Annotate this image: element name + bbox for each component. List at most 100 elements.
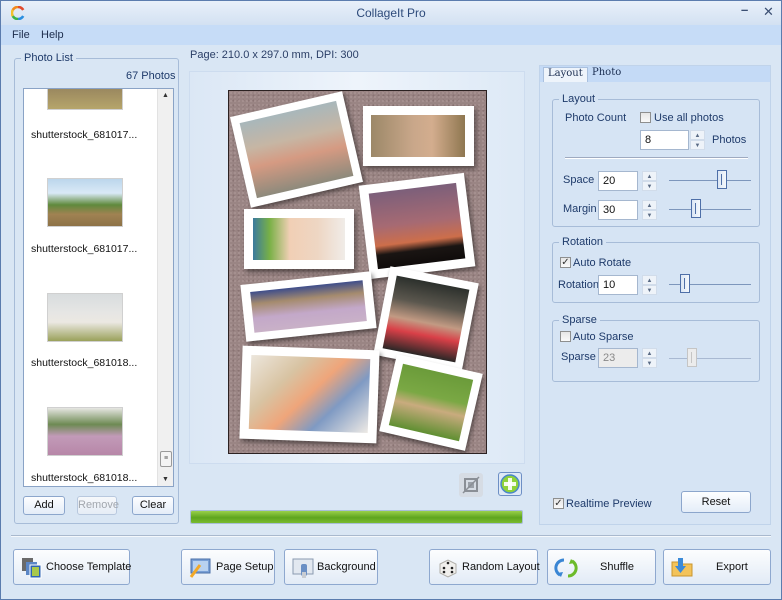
tab-strip: Layout Photo	[540, 66, 770, 82]
reset-button[interactable]: Reset	[681, 491, 751, 513]
collage-photo-image	[388, 363, 474, 442]
random-layout-button[interactable]: Random Layout	[429, 549, 540, 585]
space-slider-thumb[interactable]	[717, 170, 728, 189]
collage-photo-image	[368, 182, 466, 270]
collage-preview[interactable]	[228, 90, 487, 454]
sparse-slider-thumb[interactable]	[687, 348, 697, 367]
clear-button[interactable]: Clear	[132, 496, 174, 515]
tab-layout[interactable]: Layout	[543, 67, 588, 82]
photo-name: shutterstock_681018...	[31, 357, 138, 369]
space-slider[interactable]	[669, 180, 751, 181]
minimize-button[interactable]: –	[741, 2, 748, 17]
spin-down-icon[interactable]: ▼	[642, 181, 657, 191]
export-button[interactable]: Export	[663, 549, 771, 585]
collage-photo[interactable]	[358, 172, 476, 280]
add-photo-button[interactable]	[498, 472, 522, 496]
realtime-preview-label: Realtime Preview	[566, 498, 652, 510]
close-button[interactable]: ✕	[763, 4, 774, 20]
progress-bar	[190, 510, 523, 524]
photo-list-scrollbar[interactable]: ▲ ≡ ▼	[157, 89, 173, 486]
menu-help[interactable]: Help	[41, 29, 64, 41]
photo-name: shutterstock_681017...	[31, 243, 138, 255]
sparse-spinner[interactable]: ▲ ▼	[642, 348, 657, 368]
margin-input[interactable]: 30	[598, 200, 638, 220]
spin-up-icon[interactable]: ▲	[690, 130, 705, 140]
title-bar[interactable]: CollageIt Pro – ✕	[1, 1, 781, 25]
photo-thumbnail	[47, 178, 123, 227]
photo-list-legend: Photo List	[24, 52, 73, 64]
sparse-legend: Sparse	[562, 314, 597, 326]
auto-rotate-label: Auto Rotate	[573, 257, 632, 269]
sparse-label: Sparse	[561, 351, 596, 363]
crop-icon	[462, 476, 480, 494]
collage-photo[interactable]	[373, 266, 479, 372]
spin-down-icon[interactable]: ▼	[642, 285, 657, 295]
space-input[interactable]: 20	[598, 171, 638, 191]
auto-sparse-label: Auto Sparse	[573, 331, 634, 343]
progress-fill	[191, 511, 522, 523]
auto-sparse-checkbox[interactable]	[560, 331, 571, 342]
crop-button[interactable]	[459, 473, 483, 497]
scroll-down-icon[interactable]: ▼	[162, 476, 169, 483]
spin-up-icon[interactable]: ▲	[642, 200, 657, 210]
window-title: CollageIt Pro	[356, 6, 426, 20]
sparse-slider[interactable]	[669, 358, 751, 359]
photo-list[interactable]: shutterstock_681017... shutterstock_6810…	[23, 88, 174, 487]
margin-slider-thumb[interactable]	[690, 199, 701, 218]
spin-down-icon[interactable]: ▼	[642, 210, 657, 220]
background-button[interactable]: Background	[284, 549, 378, 585]
margin-label: Margin	[563, 203, 597, 215]
photos-suffix-label: Photos	[712, 134, 747, 146]
collage-photo[interactable]	[379, 354, 483, 451]
collage-photo-image	[239, 100, 354, 199]
page-setup-icon	[189, 558, 211, 578]
collage-photo-image	[253, 218, 345, 260]
page-setup-label: Page Setup	[216, 561, 274, 573]
collage-photo[interactable]	[244, 209, 354, 269]
space-spinner[interactable]: ▲ ▼	[642, 171, 657, 191]
tab-photo[interactable]: Photo	[588, 67, 625, 82]
menu-bar: File Help	[1, 25, 781, 45]
scroll-up-icon[interactable]: ▲	[162, 92, 169, 99]
photo-thumbnail	[47, 407, 123, 456]
bottom-divider	[11, 535, 771, 537]
photo-name: shutterstock_681017...	[31, 129, 138, 141]
margin-slider[interactable]	[669, 209, 751, 210]
spin-up-icon[interactable]: ▲	[642, 275, 657, 285]
choose-template-button[interactable]: Choose Template	[13, 549, 131, 585]
dice-icon	[439, 559, 457, 578]
use-all-photos-checkbox[interactable]	[640, 112, 651, 123]
shuffle-button[interactable]: Shuffle	[547, 549, 656, 585]
layout-legend: Layout	[562, 93, 596, 105]
collage-photo[interactable]	[239, 345, 380, 444]
rotation-legend: Rotation	[562, 236, 603, 248]
margin-spinner[interactable]: ▲ ▼	[642, 200, 657, 220]
collage-photo-image	[250, 280, 367, 333]
page-setup-button[interactable]: Page Setup	[181, 549, 275, 585]
rotation-input[interactable]: 10	[598, 275, 638, 295]
collage-photo-image	[382, 275, 470, 363]
collage-photo[interactable]	[230, 91, 363, 208]
shuffle-label: Shuffle	[600, 561, 635, 573]
realtime-preview-checkbox[interactable]: ✓	[553, 498, 564, 509]
rotation-slider-thumb[interactable]	[679, 274, 690, 293]
app-window: CollageIt Pro – ✕ File Help Photo List 6…	[0, 0, 782, 600]
add-icon	[500, 474, 520, 494]
scroll-thumb[interactable]: ≡	[160, 451, 172, 467]
collage-photo[interactable]	[240, 271, 377, 342]
sparse-input[interactable]: 23	[598, 348, 638, 368]
remove-button[interactable]: Remove	[77, 496, 119, 515]
rotation-spinner[interactable]: ▲ ▼	[642, 275, 657, 295]
add-button[interactable]: Add	[23, 496, 65, 515]
spin-up-icon[interactable]: ▲	[642, 171, 657, 181]
menu-file[interactable]: File	[12, 29, 30, 41]
photo-count-label: 67 Photos	[126, 70, 176, 82]
collage-photo[interactable]	[363, 106, 474, 166]
auto-rotate-checkbox[interactable]: ✓	[560, 257, 571, 268]
photo-count-input[interactable]: 8	[640, 130, 689, 150]
spin-down-icon[interactable]: ▼	[690, 140, 705, 150]
spin-up-icon[interactable]: ▲	[642, 348, 657, 358]
photo-thumbnail	[47, 293, 123, 342]
photo-count-spinner[interactable]: ▲ ▼	[690, 130, 705, 150]
spin-down-icon[interactable]: ▼	[642, 358, 657, 368]
